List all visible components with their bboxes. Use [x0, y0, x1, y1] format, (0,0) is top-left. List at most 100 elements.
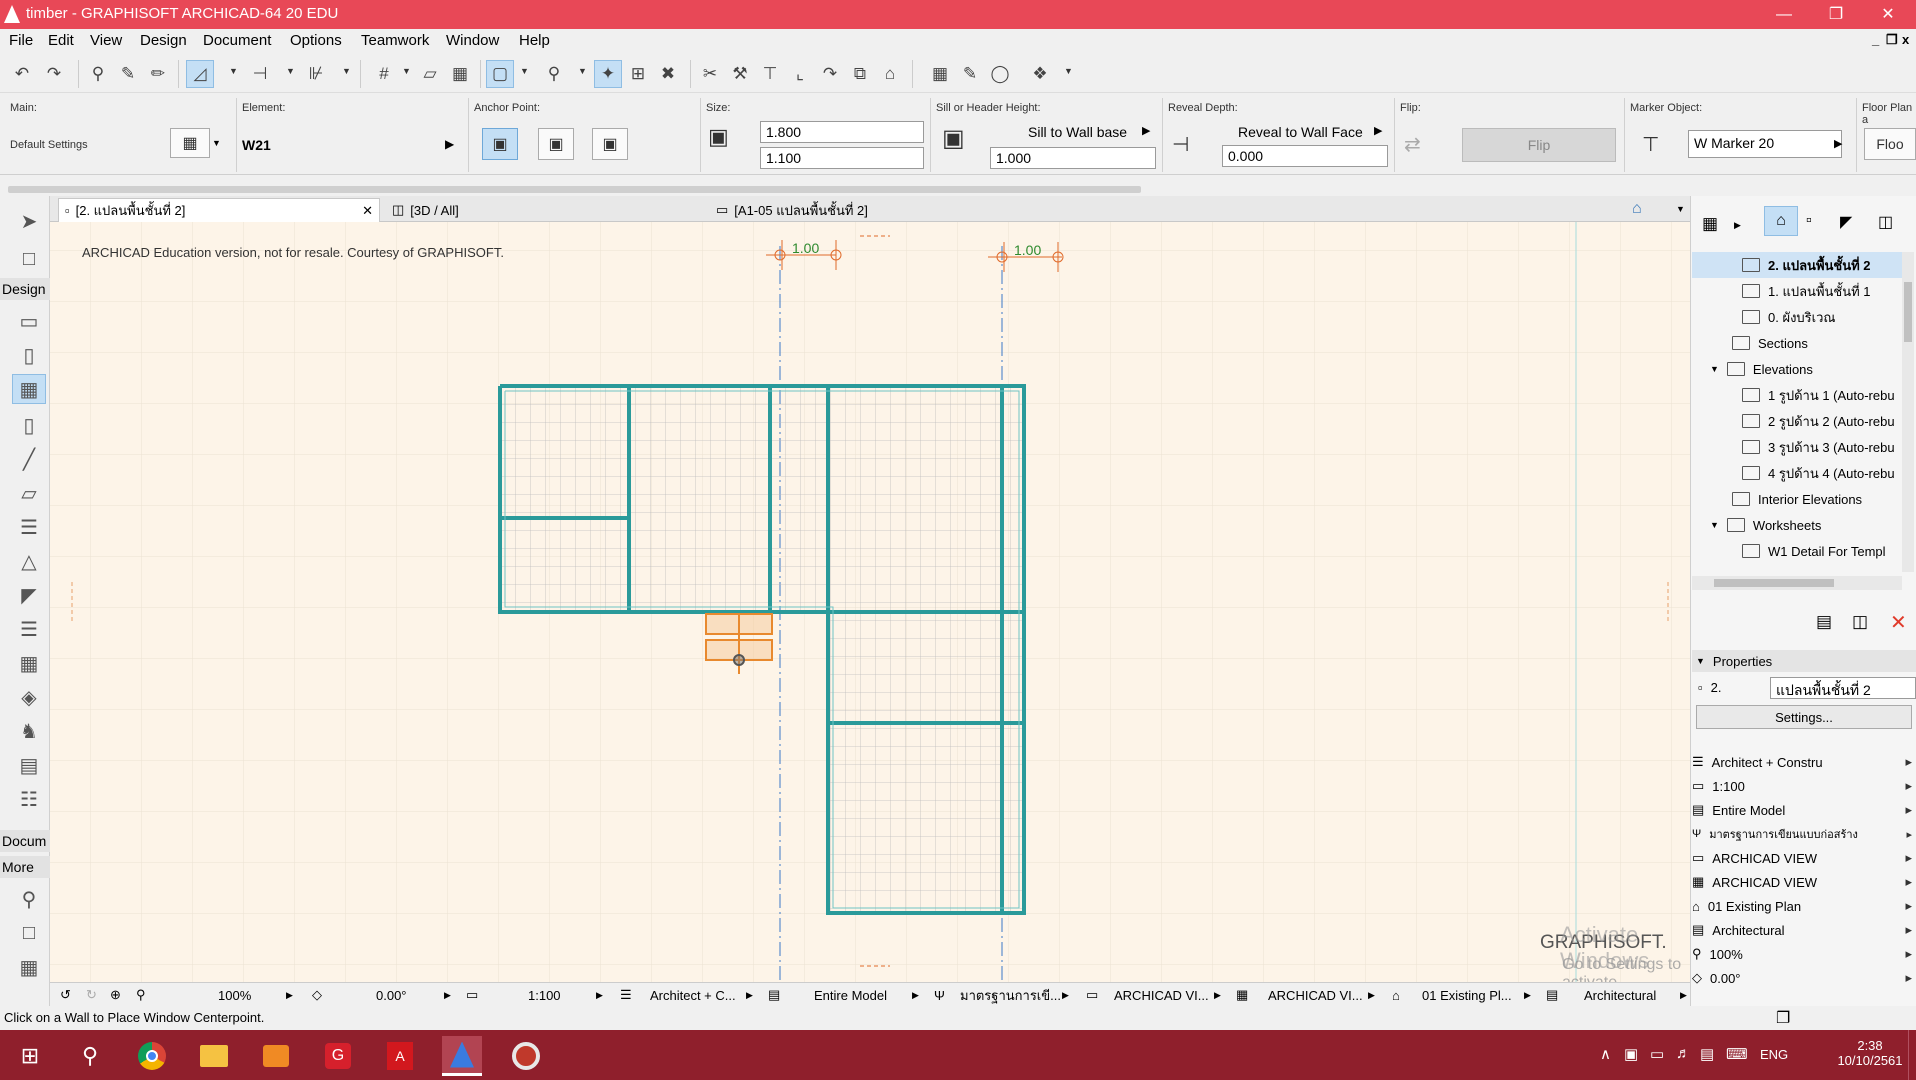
element-value[interactable]: W21 — [242, 137, 271, 153]
chevron-right-icon[interactable]: ▶ — [912, 986, 919, 1004]
property-row-pen-set[interactable]: Ψ มาตรฐานการเขียนแบบก่อสร้าง ▸ — [1692, 823, 1916, 845]
chevron-right-icon[interactable]: ▶ — [1734, 220, 1741, 231]
tree-item-elevation-4[interactable]: 4 รูปด้าน 4 (Auto-rebu — [1692, 460, 1902, 486]
language-indicator[interactable]: ENG — [1760, 1047, 1788, 1062]
project-map-icon[interactable]: ▦ — [1702, 214, 1718, 234]
eyedropper-icon[interactable]: ✎ — [114, 60, 142, 88]
chevron-right-icon[interactable]: ▶ — [445, 137, 454, 151]
dimension-label-1[interactable]: 1.00 — [792, 240, 819, 256]
floor-plan-canvas[interactable]: ARCHICAD Education version, not for resa… — [50, 222, 1690, 1009]
clock[interactable]: 2:38 10/10/2561 — [1834, 1038, 1906, 1068]
width-field[interactable]: 1.800 — [760, 121, 924, 143]
chevron-down-icon[interactable]: ▼ — [1064, 66, 1073, 76]
chevron-down-icon[interactable]: ▼ — [1710, 520, 1719, 530]
chevron-right-icon[interactable]: ▸ — [1905, 802, 1912, 818]
delete-icon[interactable]: ✕ — [1890, 610, 1907, 635]
resize-icon[interactable]: ⧉ — [846, 60, 874, 88]
menu-teamwork[interactable]: Teamwork — [361, 32, 429, 49]
keyboard-icon[interactable]: ⌨ — [1726, 1045, 1748, 1063]
chevron-down-icon[interactable]: ▼ — [578, 66, 587, 76]
offset-icon[interactable]: ↷ — [816, 60, 844, 88]
stair-tool-icon[interactable]: ☰ — [12, 512, 46, 542]
chevron-down-icon[interactable]: ▼ — [402, 66, 411, 76]
grid-snap-icon[interactable]: # — [370, 60, 398, 88]
roof-tool-icon[interactable]: △ — [12, 546, 46, 576]
layer-combo-value[interactable]: Architect + C... — [650, 986, 736, 1004]
tree-item-elevation-1[interactable]: 1 รูปด้าน 1 (Auto-rebu — [1692, 382, 1902, 408]
group-icon[interactable]: ▦ — [926, 60, 954, 88]
chevron-right-icon[interactable]: ▸ — [1905, 898, 1912, 914]
adjust-icon[interactable]: ⚒ — [726, 60, 754, 88]
table-tool-icon[interactable]: ▦ — [12, 952, 46, 982]
fill-tool-icon[interactable]: □ — [12, 918, 46, 948]
tree-item-worksheets[interactable]: ▼ Worksheets — [1692, 512, 1902, 538]
chevron-down-icon[interactable]: ▼ — [212, 138, 221, 148]
morph-tool-icon[interactable]: ◈ — [12, 682, 46, 712]
tree-item-elevations[interactable]: ▼ Elevations — [1692, 356, 1902, 382]
suspend-groups-icon[interactable]: ▱ — [416, 60, 444, 88]
tree-vertical-scrollbar[interactable] — [1902, 252, 1914, 572]
floor-plan-button[interactable]: Floo — [1864, 128, 1916, 160]
zoom-fit-icon[interactable]: ⚲ — [136, 986, 146, 1004]
chevron-down-icon[interactable]: ▼ — [1710, 364, 1719, 374]
doc-minimize-button[interactable]: _ — [1872, 32, 1879, 47]
pen-set-value[interactable]: มาตรฐานการเขี... — [960, 986, 1061, 1004]
chevron-down-icon[interactable]: ▼ — [229, 66, 238, 76]
railing-tool-icon[interactable]: ☷ — [12, 784, 46, 814]
menu-document[interactable]: Document — [203, 32, 271, 49]
menu-file[interactable]: File — [9, 32, 33, 49]
menu-edit[interactable]: Edit — [48, 32, 74, 49]
action-center-icon[interactable]: ▤ — [1700, 1045, 1714, 1063]
sill-mode[interactable]: Sill to Wall base — [1028, 124, 1127, 140]
chevron-right-icon[interactable]: ▶ — [444, 986, 451, 1004]
chevron-right-icon[interactable]: ▶ — [1680, 986, 1687, 1004]
measure-icon[interactable]: ⊞ — [624, 60, 652, 88]
tree-item-floor-2[interactable]: 2. แปลนพื้นชั้นที่ 2 — [1692, 252, 1902, 278]
model-view-value[interactable]: Entire Model — [814, 986, 887, 1004]
chevron-down-icon[interactable]: ▼ — [1696, 656, 1705, 666]
curtain-wall-tool-icon[interactable]: ▦ — [12, 648, 46, 678]
zoom-in-icon[interactable]: ⊕ — [110, 986, 121, 1004]
dimension-style-value[interactable]: ARCHICAD VI... — [1268, 986, 1363, 1004]
column-tool-icon[interactable]: ▯ — [12, 410, 46, 440]
infobox-scrollbar[interactable] — [8, 186, 1141, 193]
height-field[interactable]: 1.100 — [760, 147, 924, 169]
file-explorer-icon[interactable] — [194, 1036, 234, 1076]
chevron-right-icon[interactable]: ▸ — [1905, 754, 1912, 770]
tree-item-sections[interactable]: Sections — [1692, 330, 1902, 356]
battery-icon[interactable]: ▭ — [1650, 1045, 1664, 1063]
trim-icon[interactable]: ✖ — [654, 60, 682, 88]
menu-design[interactable]: Design — [140, 32, 187, 49]
solid-ops-icon[interactable]: ◯ — [986, 60, 1014, 88]
network-icon[interactable]: ▣ — [1624, 1045, 1638, 1063]
scale-value[interactable]: 1:100 — [528, 986, 561, 1004]
chevron-right-icon[interactable]: ▶ — [286, 986, 293, 1004]
show-desktop-button[interactable] — [1908, 1030, 1916, 1080]
snap-points-icon[interactable]: ⊮ — [302, 60, 330, 88]
zoom-value[interactable]: 100% — [218, 986, 251, 1004]
document-section[interactable]: Docum — [0, 830, 50, 852]
chevron-up-icon[interactable]: ∧ — [1600, 1045, 1611, 1063]
settings-button[interactable]: Settings... — [1696, 705, 1912, 729]
marker-object-field[interactable]: W Marker 20 — [1688, 130, 1842, 158]
lock-icon[interactable]: ⚲ — [540, 60, 568, 88]
chevron-right-icon[interactable]: ▶ — [1062, 986, 1069, 1004]
chevron-right-icon[interactable]: ▸ — [1905, 850, 1912, 866]
property-row-model-view[interactable]: ▤ Entire Model ▸ — [1692, 799, 1916, 821]
undo-icon[interactable]: ↶ — [8, 60, 36, 88]
3d-navigation-icon[interactable]: ❖ — [1026, 60, 1054, 88]
chevron-down-icon[interactable]: ▼ — [520, 66, 529, 76]
media-player-icon[interactable] — [256, 1036, 296, 1076]
tree-horizontal-scrollbar[interactable] — [1692, 576, 1902, 590]
fillet-icon[interactable]: ⌞ — [786, 60, 814, 88]
marquee-tool-icon[interactable]: □ — [12, 244, 46, 274]
property-row-structure[interactable]: ▤ Architectural ▸ — [1692, 919, 1916, 941]
minimize-button[interactable]: — — [1756, 0, 1812, 29]
chevron-down-icon[interactable]: ▼ — [286, 66, 295, 76]
menu-window[interactable]: Window — [446, 32, 499, 49]
roof-trim-icon[interactable]: ⌂ — [876, 60, 904, 88]
project-map-tab[interactable]: ⌂ — [1764, 206, 1798, 236]
redo-view-icon[interactable]: ↻ — [86, 986, 97, 1004]
structure-display-value[interactable]: Architectural — [1584, 986, 1656, 1004]
intersect-icon[interactable]: ⊤ — [756, 60, 784, 88]
